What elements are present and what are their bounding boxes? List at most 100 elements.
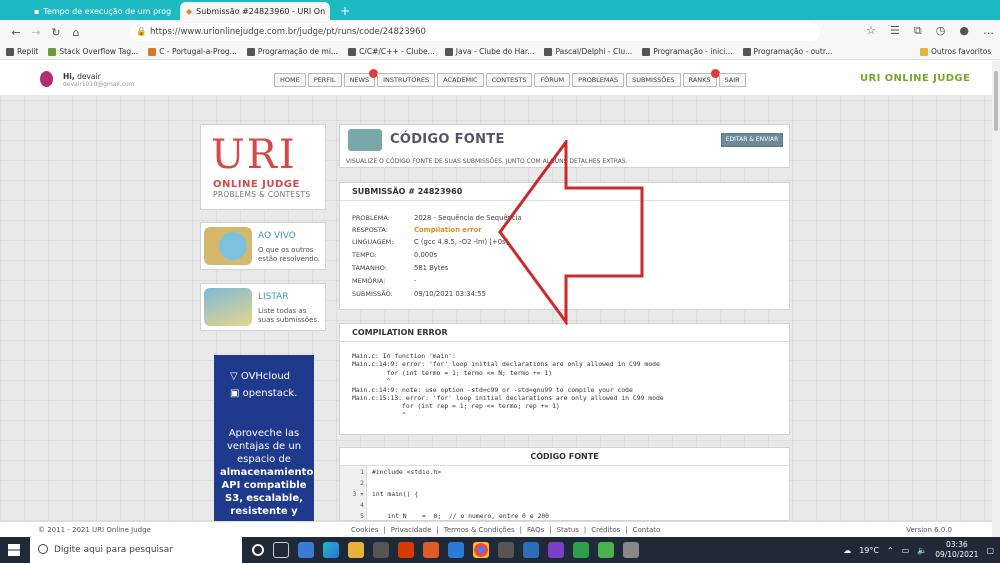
app-icon-green[interactable] — [598, 542, 614, 558]
avatar[interactable] — [40, 71, 53, 87]
menu-academic[interactable]: ACADEMIC — [437, 73, 484, 87]
app-icon-seven[interactable] — [573, 542, 589, 558]
mail-icon[interactable] — [448, 542, 464, 558]
menu-problemas[interactable]: PROBLEMAS — [572, 73, 625, 87]
clock-date: 09/10/2021 — [935, 550, 979, 559]
tab-tempo-execucao[interactable]: ▪ Tempo de execução de um prog ✕ — [28, 2, 178, 20]
file-explorer-icon[interactable] — [348, 542, 364, 558]
menu-contests[interactable]: CONTESTS — [485, 73, 533, 87]
taskbar-search-input[interactable]: Digite aqui para pesquisar — [30, 537, 242, 563]
source-code-heading: CÓDIGO FONTE — [340, 448, 789, 466]
ovhcloud-logo: ▽ OVHcloud — [230, 371, 290, 382]
url-input[interactable]: 🔒 https://www.urionlinejudge.com.br/judg… — [130, 23, 820, 41]
logo-problems-contests-text: PROBLEMS & CONTESTS — [213, 190, 311, 199]
visual-studio-icon[interactable] — [548, 542, 564, 558]
clock[interactable]: 03:36 09/10/2021 — [935, 540, 978, 560]
other-favorites[interactable]: Outros favoritos — [920, 47, 991, 56]
bookmark-icon — [544, 47, 553, 56]
cortana-icon[interactable] — [252, 544, 264, 556]
code-editor[interactable]: 1 #include <stdio.h> 2 3 ▾ int main() { … — [340, 466, 789, 520]
bookmark-pascal[interactable]: Pascal/Delphi - Clu... — [544, 47, 632, 56]
menu-forum[interactable]: FÓRUM — [534, 73, 571, 87]
bookmark-icon — [742, 47, 751, 56]
edge-icon[interactable] — [323, 542, 339, 558]
bookmark-programacao-inici[interactable]: Programação - inici... — [642, 47, 733, 56]
office-icon[interactable] — [398, 542, 414, 558]
lock-icon: 🔒 — [136, 27, 147, 37]
collections-icon[interactable]: ⧉ — [914, 24, 922, 38]
menu-instrutores[interactable]: INSTRUTORES — [377, 73, 436, 87]
chrome-icon[interactable] — [473, 542, 489, 558]
weather-temp[interactable]: 19°C — [859, 546, 879, 555]
history-icon[interactable]: ◷ — [936, 24, 946, 38]
bookmark-clube-c[interactable]: C/C#/C++ - Clube... — [348, 47, 435, 56]
footer-link-privacidade[interactable]: Privacidade — [391, 526, 432, 534]
menu-home[interactable]: HOME — [274, 73, 306, 87]
bookmark-programacao-outr[interactable]: Programação - outr... — [742, 47, 832, 56]
menu-submissoes[interactable]: SUBMISSÕES — [626, 73, 681, 87]
menu-perfil[interactable]: PERFIL — [307, 73, 342, 87]
ao-vivo-card[interactable]: AO VIVO O que os outros estão resolvendo… — [200, 222, 326, 270]
user-email: devair1010@gmail.com — [63, 81, 135, 88]
more-icon[interactable]: … — [983, 24, 994, 38]
advertisement-banner[interactable]: ▽ OVHcloud ▣ openstack. Aproveche las ve… — [214, 355, 314, 521]
page-scrollbar[interactable] — [992, 61, 1000, 537]
tab-submissao[interactable]: ◆ Submissão #24823960 - URI On ✕ — [180, 2, 330, 20]
app-icon-red[interactable] — [423, 542, 439, 558]
footer-link-faqs[interactable]: FAQs — [527, 526, 544, 534]
footer-separator: | — [549, 526, 552, 534]
bookmark-programacao-mi[interactable]: Programação de mi... — [246, 47, 338, 56]
home-icon[interactable]: ⌂ — [66, 26, 86, 39]
footer-link-cookies[interactable]: Cookies — [351, 526, 378, 534]
footer-link-status[interactable]: Status — [557, 526, 579, 534]
bookmark-label: C - Portugal-a-Prog... — [159, 47, 237, 56]
tray-chevron-icon[interactable]: ⌃ — [887, 546, 894, 555]
footer-link-termos[interactable]: Termos & Condições — [444, 526, 515, 534]
back-icon[interactable]: ← — [6, 26, 26, 39]
bookmarks-bar: Replit Stack Overflow Tag... C - Portuga… — [0, 44, 1000, 60]
bookmark-stackoverflow[interactable]: Stack Overflow Tag... — [48, 47, 138, 56]
menu-news[interactable]: NEWS — [343, 69, 379, 87]
menu-ranks[interactable]: RANKS — [682, 69, 720, 87]
uri-logo[interactable]: URI ONLINE JUDGE PROBLEMS & CONTESTS — [200, 124, 326, 210]
close-tab-icon[interactable]: ✕ — [171, 7, 178, 16]
new-tab-button[interactable]: + — [334, 2, 354, 20]
footer-link-contato[interactable]: Contato — [633, 526, 661, 534]
menu-sair[interactable]: SAIR — [718, 73, 746, 87]
network-icon[interactable]: ▭ — [902, 546, 910, 555]
bookmark-label: Replit — [17, 47, 39, 56]
ad-text: Aproveche las ventajas de un espacio de … — [220, 427, 313, 518]
volume-icon[interactable]: 🔈 — [917, 546, 927, 555]
favorite-star-icon[interactable]: ☆ — [866, 24, 876, 38]
bookmark-java[interactable]: Java - Clube do Har... — [444, 47, 534, 56]
notifications-icon[interactable]: ▢ — [986, 546, 994, 555]
brand-logo-text[interactable]: URI ONLINE JUDGE — [860, 73, 970, 84]
ad-brand2-text: openstack. — [242, 388, 298, 399]
detail-key: SUBMISSÃO: — [352, 290, 393, 298]
refresh-icon[interactable]: ↻ — [46, 26, 66, 39]
task-view-icon[interactable] — [273, 542, 289, 558]
monitor-app-icon[interactable] — [523, 542, 539, 558]
photos-app-icon[interactable] — [298, 542, 314, 558]
app-icon-grid[interactable] — [623, 542, 639, 558]
profile-icon[interactable]: ● — [959, 24, 969, 38]
windows-start-icon[interactable] — [8, 544, 20, 556]
weather-icon[interactable]: ☁ — [843, 546, 851, 555]
forward-icon[interactable]: → — [26, 26, 46, 39]
code-line: int main() { — [372, 490, 419, 498]
footer-link-creditos[interactable]: Créditos — [591, 526, 620, 534]
favorites-icon[interactable]: ☰ — [890, 24, 900, 38]
listar-card[interactable]: LISTAR Liste todas as suas submissões. — [200, 283, 326, 331]
edit-and-submit-button[interactable]: EDITAR & ENVIAR — [721, 133, 783, 147]
close-tab-icon[interactable]: ✕ — [325, 7, 330, 16]
store-icon[interactable] — [373, 542, 389, 558]
taskbar-apps — [252, 542, 639, 558]
folder-icon — [920, 47, 928, 56]
username[interactable]: devair — [77, 72, 101, 81]
calculator-icon[interactable] — [498, 542, 514, 558]
bookmark-replit[interactable]: Replit — [6, 47, 38, 56]
footer-version: Version 6.0.0 — [906, 526, 952, 534]
bookmark-portugal[interactable]: C - Portugal-a-Prog... — [148, 47, 237, 56]
code-line: int N = 0; // o numero, entre 0 e 200 — [372, 512, 549, 520]
scrollbar-thumb[interactable] — [994, 71, 998, 131]
